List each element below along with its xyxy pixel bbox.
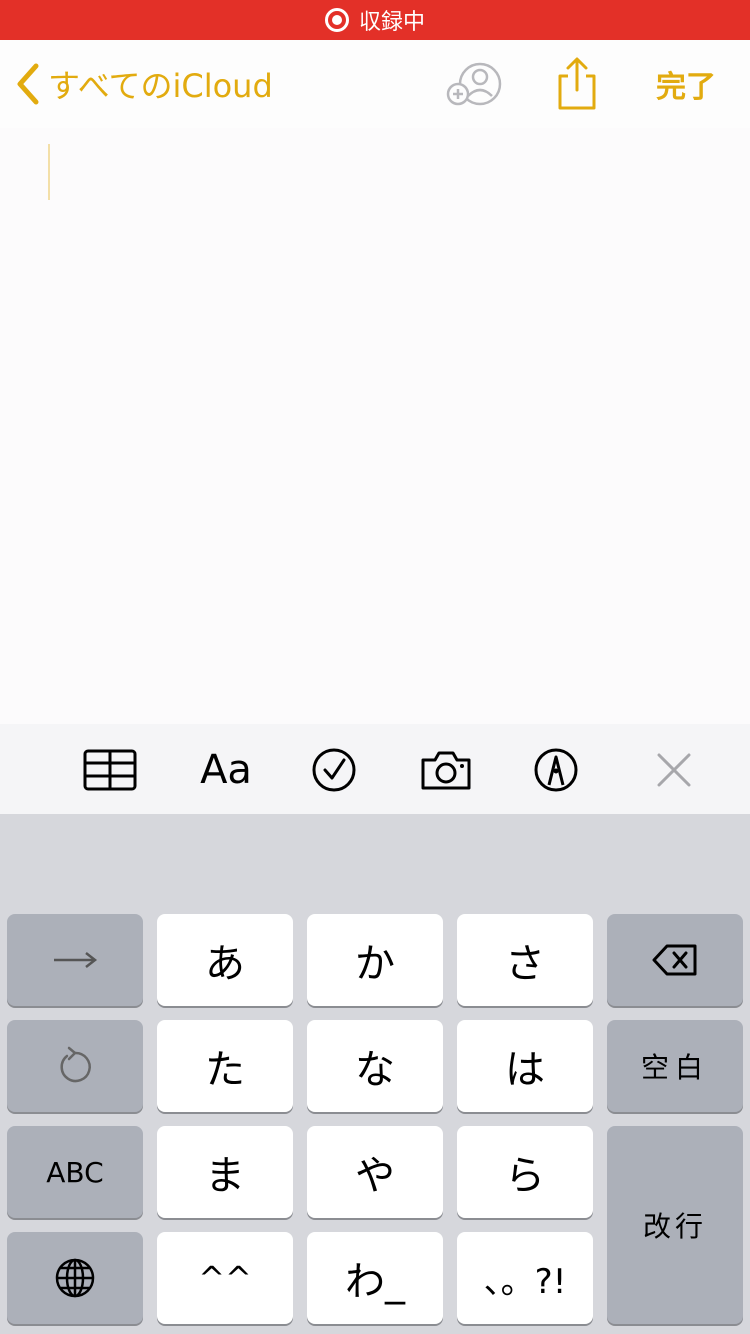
kana-key-sa[interactable]: さ	[457, 914, 593, 1006]
undo-key[interactable]	[7, 1020, 143, 1112]
share-icon[interactable]	[554, 56, 600, 112]
kana-key-ka[interactable]: か	[307, 914, 443, 1006]
table-button[interactable]	[82, 742, 138, 798]
delete-icon	[652, 944, 697, 976]
chevron-left-icon	[17, 63, 39, 105]
back-button[interactable]: すべてのiCloud	[14, 40, 273, 128]
kana-key-ma[interactable]: ま	[157, 1126, 293, 1218]
kana-key-ta[interactable]: た	[157, 1020, 293, 1112]
close-toolbar-button[interactable]	[646, 742, 702, 798]
kana-key-ya[interactable]: や	[307, 1126, 443, 1218]
record-icon	[324, 8, 349, 32]
back-label: すべてのiCloud	[48, 67, 273, 105]
camera-icon	[421, 751, 471, 790]
recording-label: 収録中	[358, 10, 425, 35]
done-button[interactable]: 完了	[656, 40, 716, 128]
kana-key-ha[interactable]: は	[457, 1020, 593, 1112]
format-toolbar: Aa	[0, 724, 750, 814]
next-candidate-key[interactable]	[7, 914, 143, 1006]
arrow-right-icon	[54, 952, 98, 968]
undo-icon	[60, 1046, 91, 1083]
japanese-kana-keyboard: あ か さ た な は 空白 ABC ま や ら 改行 ^^ わ_ 、。?!	[0, 814, 750, 1334]
close-icon	[657, 753, 691, 787]
delete-key[interactable]	[607, 914, 743, 1006]
format-icon: Aa	[200, 747, 252, 793]
abc-key[interactable]: ABC	[7, 1126, 143, 1218]
camera-button[interactable]	[418, 742, 474, 798]
navigation-bar: すべてのiCloud 完了	[0, 40, 750, 128]
globe-icon	[55, 1258, 95, 1298]
table-icon	[83, 749, 137, 791]
kana-key-ra[interactable]: ら	[457, 1126, 593, 1218]
kana-key-wa[interactable]: わ_	[307, 1232, 443, 1324]
punctuation-key[interactable]: 、。?!	[457, 1232, 593, 1324]
text-cursor	[48, 144, 50, 200]
markup-button[interactable]	[528, 742, 584, 798]
markup-icon	[534, 748, 578, 792]
emoticon-key[interactable]: ^^	[157, 1232, 293, 1324]
return-key[interactable]: 改行	[607, 1126, 743, 1324]
checklist-icon	[312, 748, 356, 792]
note-editor[interactable]	[0, 128, 750, 724]
add-person-icon[interactable]	[444, 60, 502, 108]
format-button[interactable]: Aa	[196, 742, 256, 798]
kana-key-a[interactable]: あ	[157, 914, 293, 1006]
space-key[interactable]: 空白	[607, 1020, 743, 1112]
globe-key[interactable]	[7, 1232, 143, 1324]
recording-status-bar[interactable]: 収録中	[0, 0, 750, 40]
checklist-button[interactable]	[306, 742, 362, 798]
kana-key-na[interactable]: な	[307, 1020, 443, 1112]
